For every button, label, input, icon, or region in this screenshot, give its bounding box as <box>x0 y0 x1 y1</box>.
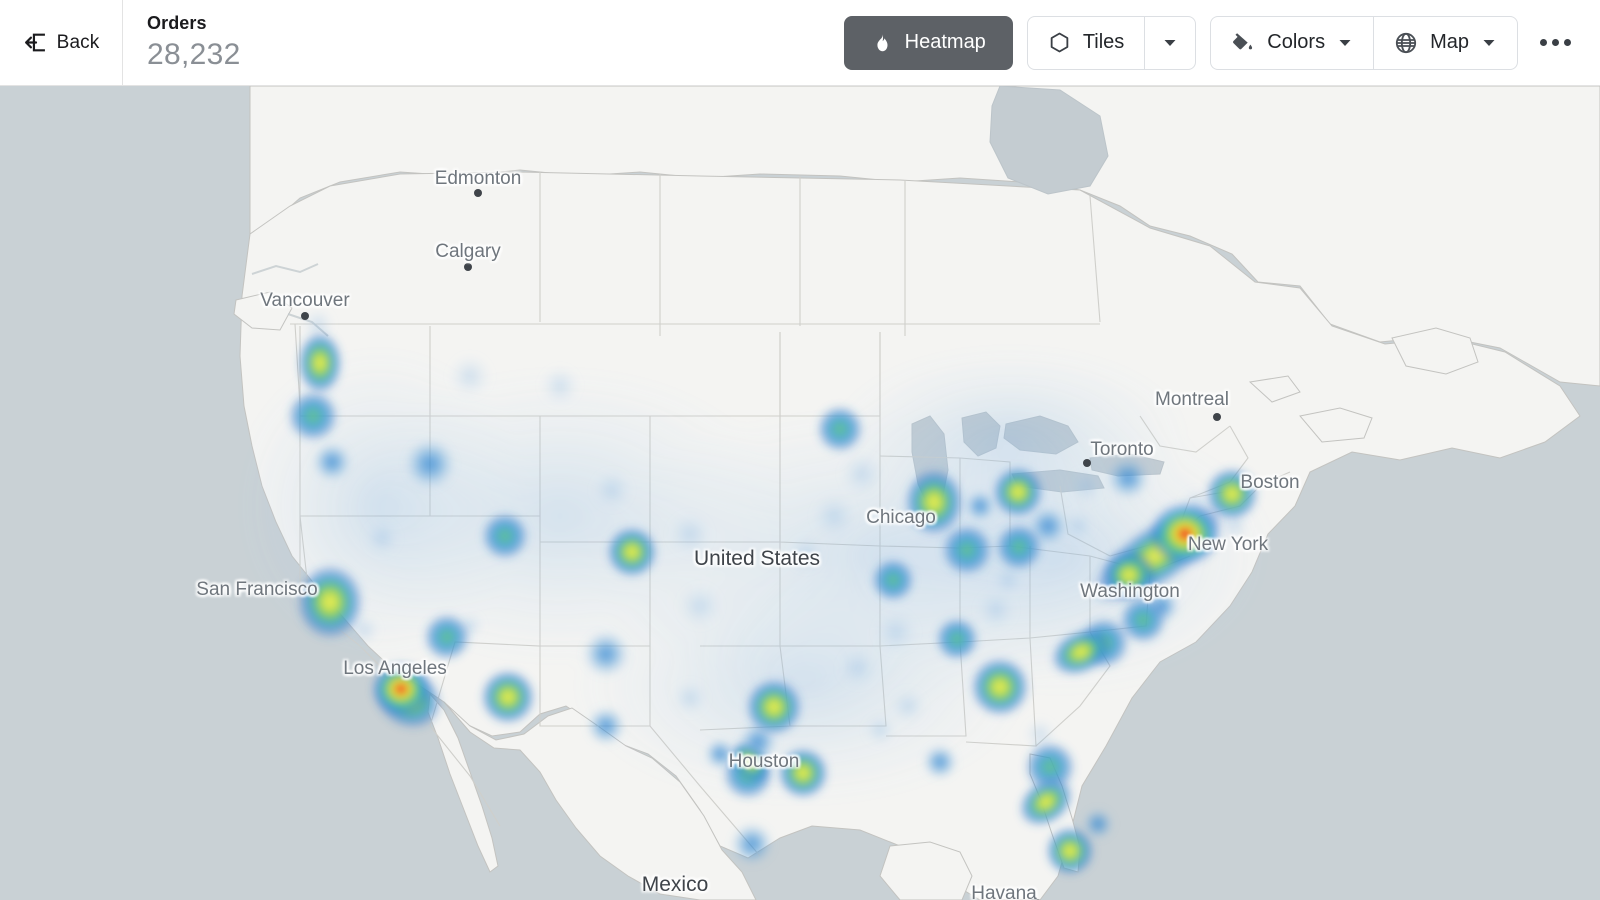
ellipsis-icon <box>1551 39 1559 46</box>
colors-label: Colors <box>1267 31 1326 53</box>
app-header: Back Orders 28,232 Heatmap Tiles Colors … <box>0 0 1600 86</box>
ellipsis-icon <box>1539 39 1547 46</box>
map-canvas[interactable]: Edmonton Calgary Vancouver Montreal Toronto B… <box>0 86 1600 900</box>
metric-value: 28,232 <box>147 38 241 71</box>
overflow-menu-button[interactable] <box>1532 20 1578 66</box>
tiles-label: Tiles <box>1082 31 1125 53</box>
back-arrow-icon <box>23 30 48 55</box>
ellipsis-icon <box>1563 39 1571 46</box>
back-button[interactable]: Back <box>0 0 123 86</box>
view-toolbar: Heatmap Tiles Colors Map <box>843 15 1600 70</box>
flame-icon <box>871 32 893 54</box>
tiles-split-button: Tiles <box>1026 15 1197 70</box>
tiles-button[interactable]: Tiles <box>1026 15 1145 70</box>
heatmap-label: Heatmap <box>904 31 986 53</box>
metric-label: Orders <box>147 12 207 33</box>
hexagon-icon <box>1048 31 1071 54</box>
paint-bucket-icon <box>1231 31 1255 55</box>
chevron-down-icon <box>1337 35 1353 51</box>
heatmap-button[interactable]: Heatmap <box>843 15 1013 70</box>
map-label: Map <box>1430 31 1469 53</box>
chevron-down-icon <box>1162 35 1178 51</box>
colors-map-group: Colors Map <box>1210 15 1518 70</box>
globe-icon <box>1394 31 1418 55</box>
colors-button[interactable]: Colors <box>1210 15 1374 70</box>
map-button[interactable]: Map <box>1373 15 1518 70</box>
back-label: Back <box>56 31 100 53</box>
map-dashboard: Back Orders 28,232 Heatmap Tiles Colors … <box>0 0 1600 900</box>
chevron-down-icon <box>1481 35 1497 51</box>
metric-summary: Orders 28,232 <box>123 12 241 74</box>
tiles-dropdown-button[interactable] <box>1144 15 1197 70</box>
basemap-layer <box>0 86 1600 900</box>
